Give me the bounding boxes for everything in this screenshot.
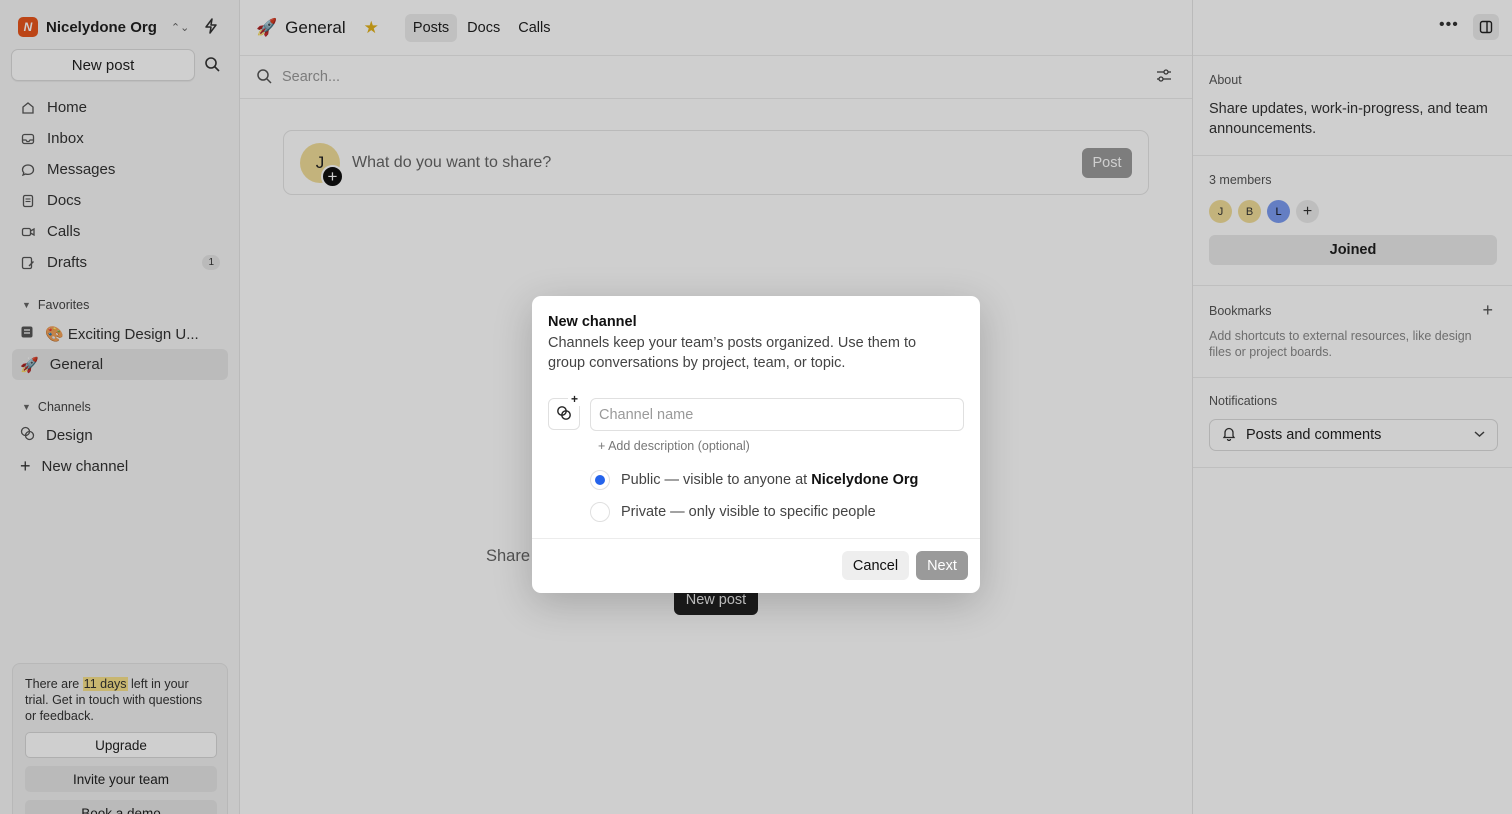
design-icon <box>556 405 572 424</box>
new-channel-dialog: New channel Channels keep your team’s po… <box>532 296 980 593</box>
dialog-divider <box>532 538 980 539</box>
next-button[interactable]: Next <box>916 551 968 580</box>
public-label-text: Public — visible to anyone at <box>621 472 812 488</box>
visibility-public-option[interactable]: Public — visible to anyone at Nicelydone… <box>590 470 918 490</box>
public-org-name: Nicelydone Org <box>811 472 919 488</box>
channel-icon-picker[interactable]: + <box>548 393 581 430</box>
visibility-private-option[interactable]: Private — only visible to specific peopl… <box>590 502 876 522</box>
plus-icon: + <box>568 393 581 406</box>
cancel-button[interactable]: Cancel <box>842 551 909 580</box>
public-option-label: Public — visible to anyone at Nicelydone… <box>621 472 918 488</box>
private-option-label: Private — only visible to specific peopl… <box>621 504 876 520</box>
channel-name-input[interactable] <box>590 398 964 431</box>
public-radio[interactable] <box>590 470 610 490</box>
dialog-description: Channels keep your team’s posts organize… <box>548 335 917 371</box>
radio-selected-dot <box>595 475 605 485</box>
private-radio[interactable] <box>590 502 610 522</box>
add-description-link[interactable]: + Add description (optional) <box>598 439 750 453</box>
dialog-title: New channel <box>548 314 637 330</box>
